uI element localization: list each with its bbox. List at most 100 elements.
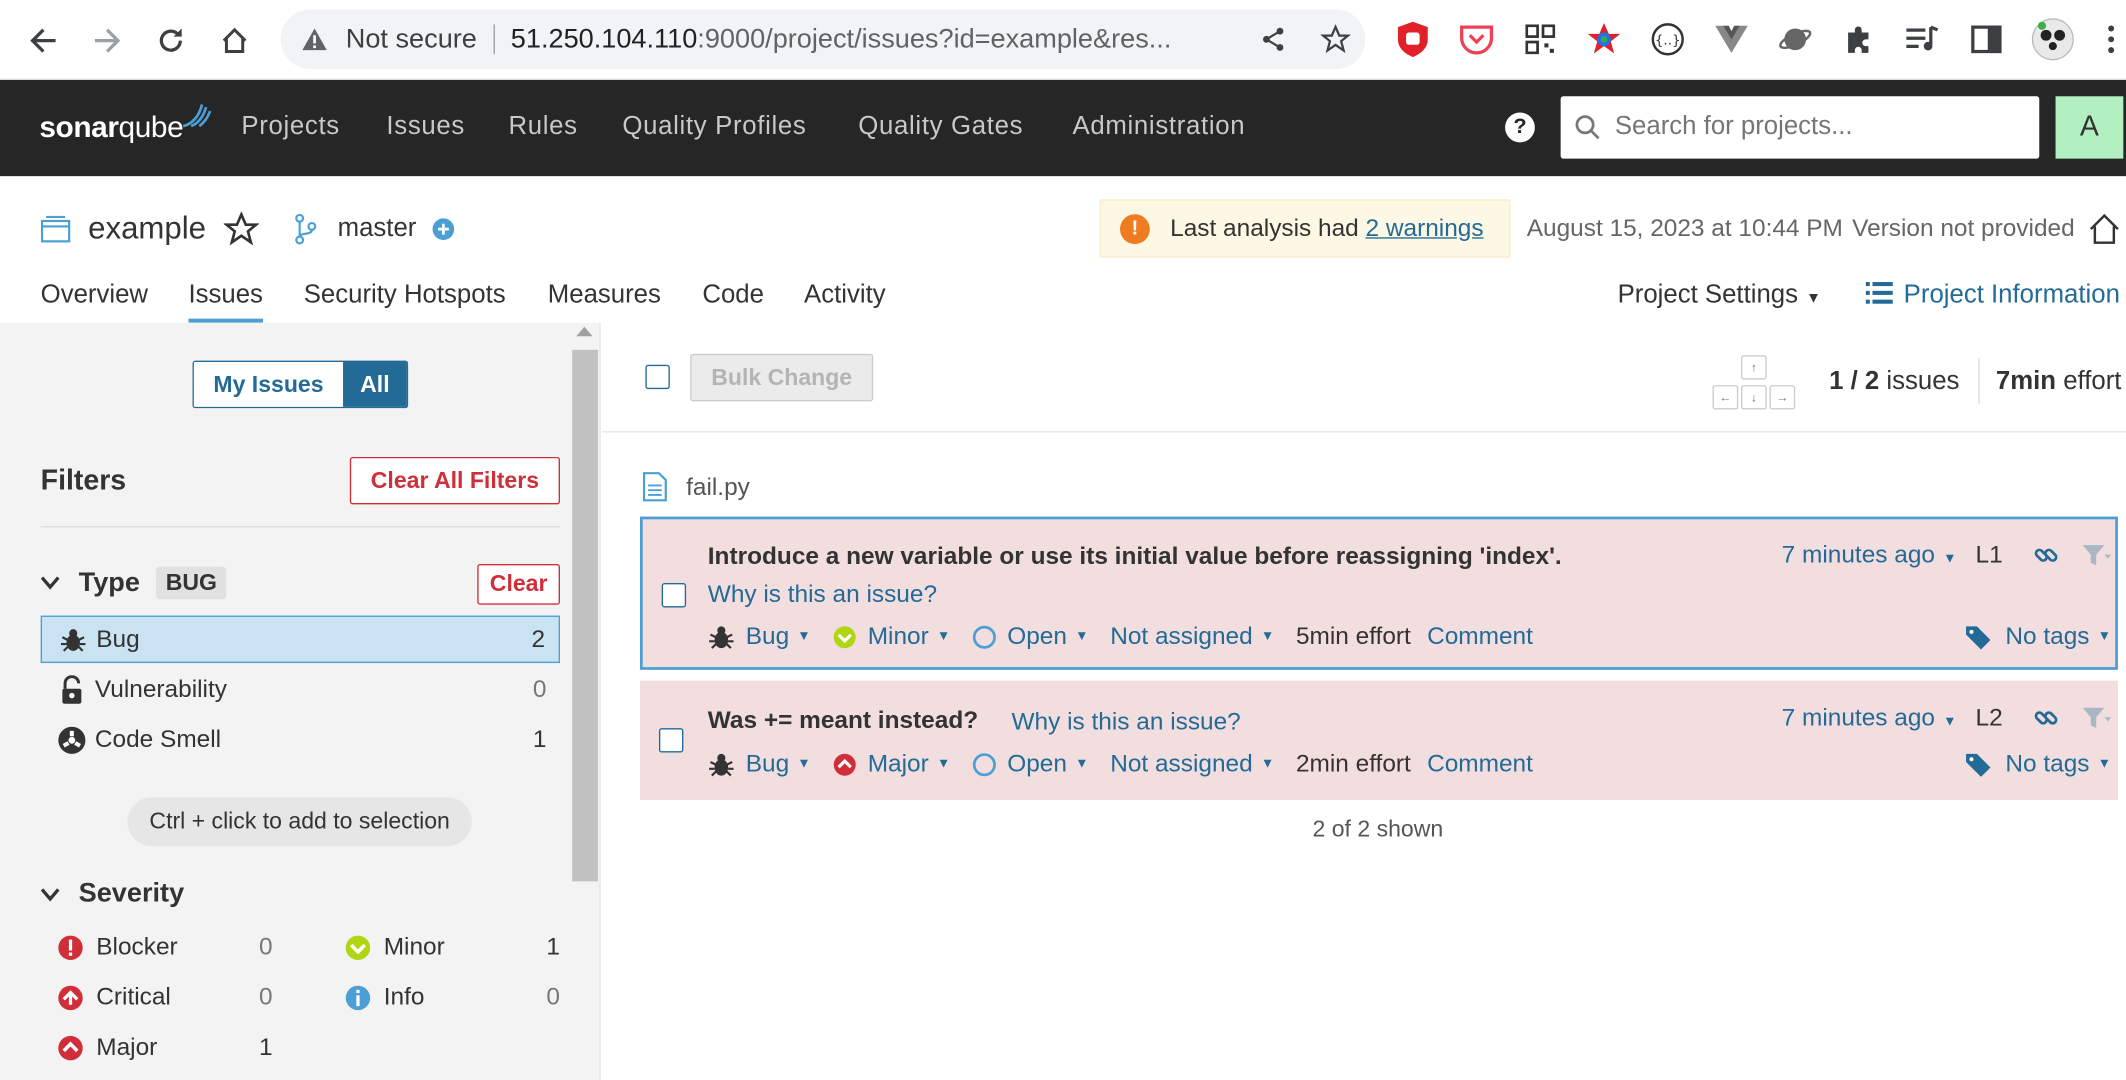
comment-link[interactable]: Comment [1427, 622, 1533, 650]
extensions-puzzle-icon[interactable] [1839, 19, 1880, 60]
issue-row[interactable]: Introduce a new variable or use its init… [639, 516, 2118, 670]
browser-menu-icon[interactable] [2100, 19, 2122, 60]
tab-issues[interactable]: Issues [188, 281, 263, 323]
share-icon[interactable] [1251, 18, 1294, 61]
colorful-star-extension-icon[interactable] [1584, 19, 1625, 60]
pocket-extension-icon[interactable] [1456, 19, 1497, 60]
select-all-checkbox[interactable] [645, 364, 670, 390]
type-facet-header[interactable]: Type BUG [40, 566, 227, 600]
severity-label: Blocker [96, 932, 178, 960]
issue-message[interactable]: Introduce a new variable or use its init… [708, 542, 1562, 570]
clear-type-button[interactable]: Clear [477, 564, 560, 605]
home-icon[interactable] [213, 19, 256, 62]
tab-measures[interactable]: Measures [548, 281, 661, 311]
issue-age-label: 7 minutes ago [1781, 541, 1935, 569]
nav-issues[interactable]: Issues [386, 113, 465, 143]
project-search[interactable] [1560, 96, 2040, 159]
issue-severity-dropdown[interactable]: Major ▼ [832, 750, 950, 778]
issue-tags[interactable]: No tags ▼ [1965, 622, 2111, 650]
my-issues-button[interactable]: My Issues [193, 362, 344, 407]
issue-message[interactable]: Was += meant instead? [708, 706, 978, 734]
bookmark-star-icon[interactable] [1314, 18, 1357, 61]
branch-name[interactable]: master [338, 214, 417, 244]
issue-age-dropdown[interactable]: 7 minutes ago ▼ [1782, 541, 1957, 569]
home-page-icon[interactable] [2088, 213, 2121, 246]
caret-down-icon: ▼ [1075, 756, 1089, 772]
facet-severity-blocker[interactable]: Blocker 0 [56, 933, 273, 961]
reload-icon[interactable] [149, 19, 192, 62]
issue-type-dropdown[interactable]: Bug ▼ [708, 750, 811, 778]
sidebar-scrollbar-thumb[interactable] [572, 349, 598, 882]
similar-issues-filter-icon[interactable] [2081, 543, 2112, 567]
severity-facet-header[interactable]: Severity [40, 879, 184, 910]
facet-severity-critical[interactable]: Critical 0 [56, 983, 273, 1011]
facet-severity-minor[interactable]: Minor 1 [343, 933, 560, 961]
issue-assignee-dropdown[interactable]: Not assigned ▼ [1110, 622, 1274, 650]
minor-icon [832, 624, 856, 648]
issue-row[interactable]: Was += meant instead? Why is this an iss… [639, 680, 2118, 800]
favorite-star-icon[interactable] [223, 211, 259, 247]
why-is-this-an-issue-link[interactable]: Why is this an issue? [708, 580, 937, 608]
tab-overview[interactable]: Overview [41, 281, 148, 311]
issue-status-label: Open [1007, 622, 1067, 650]
facet-severity-info[interactable]: Info 0 [343, 983, 560, 1011]
warnings-link[interactable]: 2 warnings [1366, 214, 1484, 241]
project-settings-menu[interactable]: Project Settings ▼ [1618, 281, 1821, 311]
bulk-change-button[interactable]: Bulk Change [690, 353, 874, 402]
issue-severity-dropdown[interactable]: Minor ▼ [832, 622, 950, 650]
facet-severity-major[interactable]: Major 1 [56, 1033, 273, 1061]
sonarqube-logo[interactable]: sonarqube [39, 104, 212, 145]
facet-type-code-smell[interactable]: Code Smell 1 [41, 716, 560, 763]
why-is-this-an-issue-link[interactable]: Why is this an issue? [1012, 708, 1241, 736]
issue-checkbox[interactable] [658, 728, 684, 753]
tab-security-hotspots[interactable]: Security Hotspots [304, 281, 506, 311]
ublock-extension-icon[interactable] [1393, 19, 1434, 60]
user-avatar[interactable]: A [2055, 96, 2124, 159]
help-icon[interactable]: ? [1505, 112, 1535, 143]
tab-code[interactable]: Code [702, 281, 764, 311]
qr-code-extension-icon[interactable] [1520, 19, 1561, 60]
issue-assignee-dropdown[interactable]: Not assigned ▼ [1110, 750, 1274, 778]
severity-label: Minor [383, 932, 445, 960]
address-bar[interactable]: Not secure 51.250.104.110:9000/project/i… [280, 9, 1366, 70]
url-text[interactable]: 51.250.104.110:9000/project/issues?id=ex… [511, 24, 1216, 55]
nav-projects[interactable]: Projects [241, 113, 339, 143]
facet-type-vulnerability[interactable]: Vulnerability 0 [41, 666, 560, 713]
side-panel-icon[interactable] [1966, 19, 2007, 60]
scrollbar-up-arrow[interactable] [576, 326, 593, 337]
issue-checkbox[interactable] [661, 583, 687, 608]
search-input[interactable] [1614, 112, 2022, 143]
all-issues-button[interactable]: All [343, 362, 407, 407]
project-name[interactable]: example [88, 210, 206, 247]
nav-quality-gates[interactable]: Quality Gates [858, 113, 1023, 143]
profile-avatar-icon[interactable] [2030, 16, 2076, 62]
nav-quality-profiles[interactable]: Quality Profiles [622, 113, 806, 143]
comment-link[interactable]: Comment [1427, 750, 1533, 778]
issue-age-dropdown[interactable]: 7 minutes ago ▼ [1782, 704, 1957, 732]
planet-extension-icon[interactable] [1775, 19, 1816, 60]
issue-tags-label: No tags [2005, 622, 2090, 650]
similar-issues-filter-icon[interactable] [2081, 706, 2112, 730]
facet-type-bug[interactable]: Bug 2 [40, 615, 560, 664]
project-information-link[interactable]: Project Information [1865, 281, 2120, 311]
add-branch-icon[interactable] [432, 218, 455, 240]
type-facet-title: Type [78, 567, 140, 598]
vue-extension-icon[interactable] [1711, 19, 1752, 60]
media-playlist-icon[interactable] [1902, 19, 1943, 60]
permalink-icon[interactable] [2033, 704, 2060, 731]
issue-type-label: Bug [745, 749, 790, 777]
file-name[interactable]: fail.py [686, 473, 750, 501]
issue-tags[interactable]: No tags ▼ [1965, 750, 2111, 778]
back-icon[interactable] [22, 19, 65, 62]
issue-type-dropdown[interactable]: Bug ▼ [708, 622, 811, 650]
warning-icon: ! [1119, 213, 1150, 244]
nav-administration[interactable]: Administration [1073, 113, 1246, 143]
forward-icon[interactable] [85, 19, 128, 62]
clear-all-filters-button[interactable]: Clear All Filters [349, 456, 560, 505]
permalink-icon[interactable] [2033, 542, 2060, 569]
json-extension-icon[interactable]: {..} [1647, 19, 1688, 60]
issue-status-dropdown[interactable]: Open ▼ [972, 622, 1089, 650]
issue-status-dropdown[interactable]: Open ▼ [972, 750, 1089, 778]
tab-activity[interactable]: Activity [804, 281, 886, 311]
nav-rules[interactable]: Rules [508, 113, 577, 143]
